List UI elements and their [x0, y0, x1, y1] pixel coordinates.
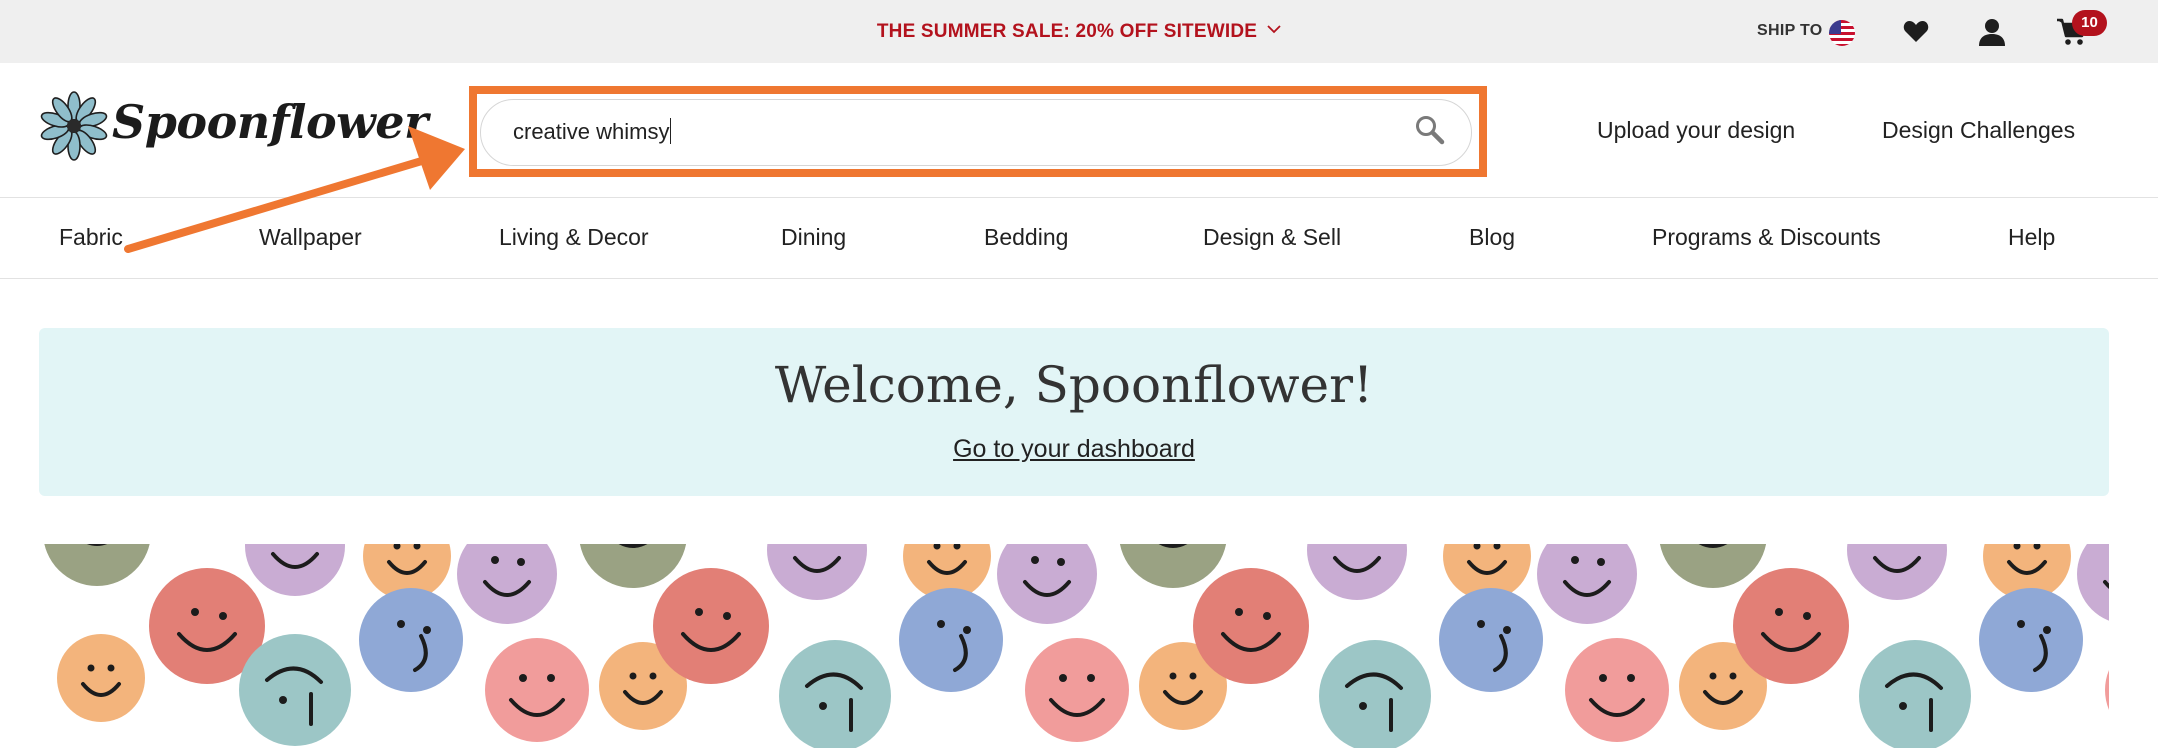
pattern-tile-2 [897, 544, 1433, 748]
promo-bar: THE SUMMER SALE: 20% OFF SITEWIDE SHIP T… [0, 0, 2158, 63]
nav-item-design-sell[interactable]: Design & Sell [1203, 224, 1341, 251]
dashboard-link[interactable]: Go to your dashboard [39, 435, 2109, 464]
nav-item-help[interactable]: Help [2008, 224, 2055, 251]
welcome-title: Welcome, Spoonflower! [774, 356, 1374, 414]
nav-item-programs-discounts[interactable]: Programs & Discounts [1652, 224, 1881, 251]
nav-item-wallpaper[interactable]: Wallpaper [259, 224, 362, 251]
pattern-tile-1 [41, 544, 893, 748]
hero-banner[interactable] [39, 544, 2109, 748]
user-icon[interactable] [1978, 18, 2006, 46]
heart-icon[interactable] [1903, 19, 1929, 43]
logo-wordmark[interactable]: Spoonflower [112, 95, 428, 149]
nav-item-fabric[interactable]: Fabric [59, 224, 123, 251]
main-navigation: Fabric Wallpaper Living & Decor Dining B… [0, 197, 2158, 279]
nav-item-dining[interactable]: Dining [781, 224, 846, 251]
design-challenges-link[interactable]: Design Challenges [1882, 117, 2075, 144]
ship-to-label[interactable]: SHIP TO [1757, 22, 1823, 40]
nav-item-blog[interactable]: Blog [1469, 224, 1515, 251]
flower-logo-icon[interactable] [38, 90, 110, 167]
pattern-tile-4 [1977, 544, 2109, 744]
pattern-tile-3 [1437, 544, 1973, 748]
upload-design-link[interactable]: Upload your design [1597, 117, 1795, 144]
nav-item-bedding[interactable]: Bedding [984, 224, 1068, 251]
promo-text[interactable]: THE SUMMER SALE: 20% OFF SITEWIDE [877, 21, 1257, 42]
smiley-pattern-image [41, 544, 2109, 748]
welcome-panel: Welcome, Spoonflower! Go to your dashboa… [39, 328, 2109, 496]
nav-item-living-decor[interactable]: Living & Decor [499, 224, 649, 251]
search-highlight-box [469, 86, 1487, 177]
chevron-down-icon[interactable] [1267, 18, 1281, 40]
us-flag-icon[interactable] [1829, 20, 1855, 46]
cart-count-badge[interactable]: 10 [2072, 10, 2107, 36]
